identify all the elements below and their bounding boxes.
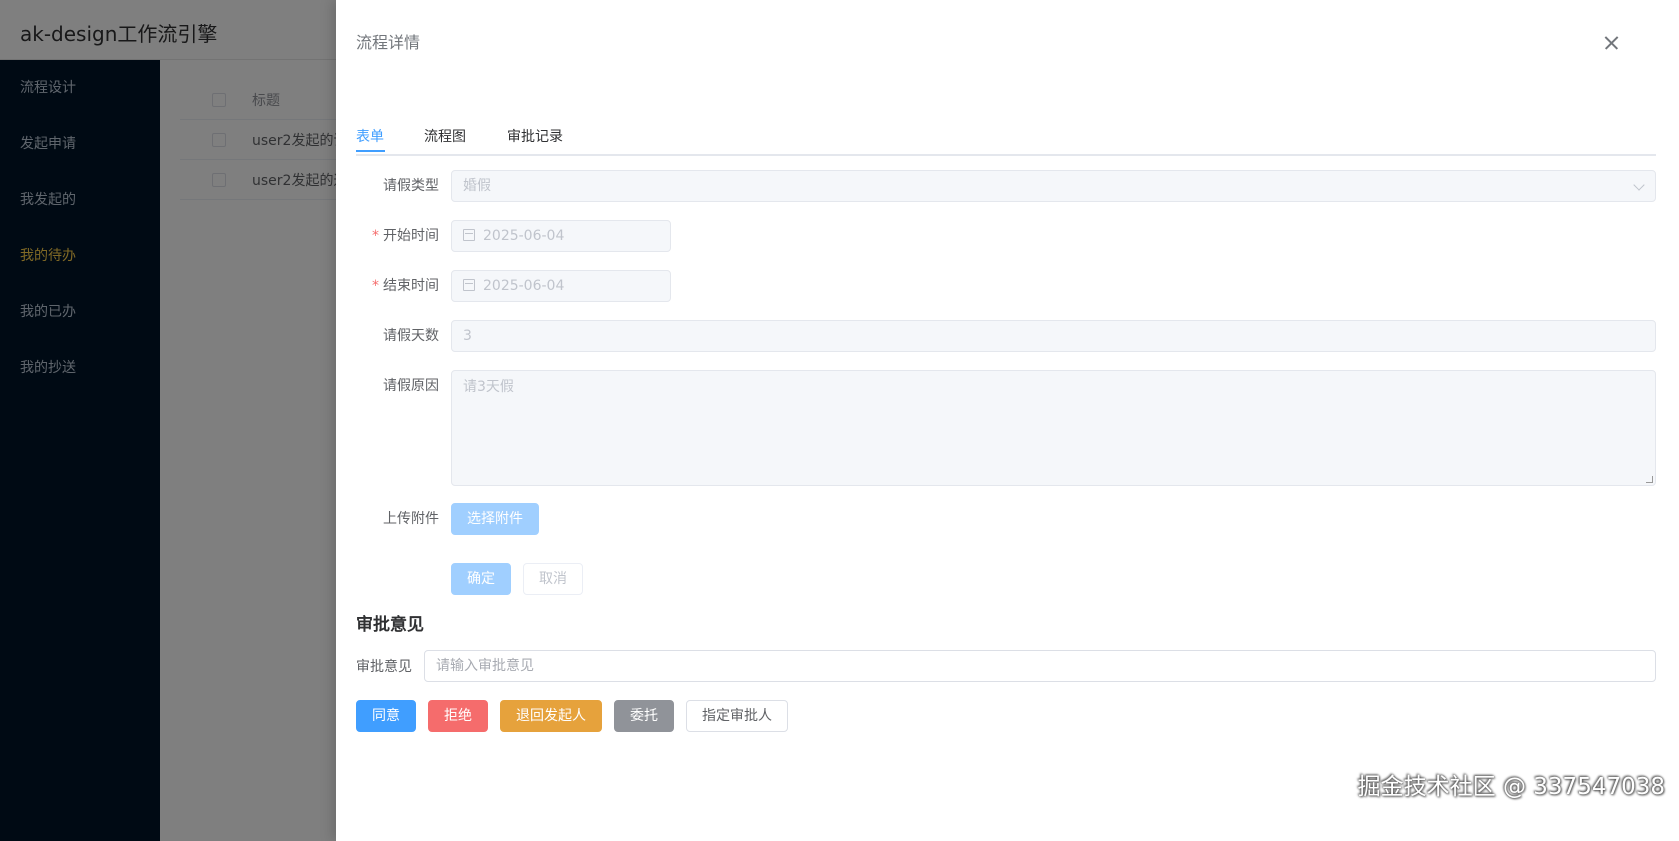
- calendar-icon: [463, 229, 475, 241]
- form-item-attachment: 上传附件 选择附件: [356, 503, 539, 535]
- agree-button[interactable]: 同意: [356, 700, 416, 732]
- leave-type-value: 婚假: [463, 178, 491, 194]
- approval-opinion-label: 审批意见: [356, 659, 412, 675]
- approval-section-title: 审批意见: [356, 615, 424, 635]
- start-time-label-text: 开始时间: [383, 228, 439, 244]
- confirm-button[interactable]: 确定: [451, 563, 511, 595]
- form-item-end-time: * 结束时间 2025-06-04: [356, 270, 671, 302]
- attachment-label: 上传附件: [383, 511, 439, 527]
- process-detail-drawer: 流程详情 表单 流程图 审批记录 请假类型 婚假 * 开始时间 2025-06-0…: [336, 0, 1679, 841]
- form-item-start-time: * 开始时间 2025-06-04: [356, 220, 671, 252]
- approval-opinion-input[interactable]: [424, 650, 1656, 682]
- required-asterisk: *: [372, 278, 379, 294]
- form-actions-spacer: [356, 563, 451, 595]
- start-time-value: 2025-06-04: [483, 228, 565, 244]
- close-icon[interactable]: [1599, 30, 1625, 56]
- tab-bar: 表单 流程图 审批记录: [356, 120, 1656, 156]
- end-time-value: 2025-06-04: [483, 278, 565, 294]
- form-item-leave-days: 请假天数 3: [356, 320, 1656, 352]
- approval-opinion-row: 审批意见: [356, 650, 1656, 682]
- approval-actions: 同意 拒绝 退回发起人 委托 指定审批人: [356, 700, 788, 732]
- leave-reason-textarea[interactable]: 请3天假: [451, 370, 1656, 486]
- leave-days-value: 3: [463, 328, 472, 344]
- leave-reason-value: 请3天假: [463, 379, 514, 395]
- form-actions: 确定 取消: [356, 563, 583, 595]
- drawer-title: 流程详情: [356, 33, 421, 52]
- return-to-initiator-button[interactable]: 退回发起人: [500, 700, 602, 732]
- watermark: 掘金技术社区 @ 337547038: [1357, 774, 1665, 800]
- form-item-leave-type: 请假类型 婚假: [356, 170, 1656, 202]
- tab-active-indicator: [356, 150, 385, 152]
- end-time-date-picker[interactable]: 2025-06-04: [451, 270, 671, 302]
- start-time-label: * 开始时间: [356, 220, 451, 252]
- end-time-label: * 结束时间: [356, 270, 451, 302]
- calendar-icon: [463, 279, 475, 291]
- required-asterisk: *: [372, 228, 379, 244]
- tab-flowchart[interactable]: 流程图: [424, 126, 466, 146]
- chevron-down-icon: [1633, 179, 1645, 191]
- leave-reason-label: 请假原因: [383, 378, 439, 394]
- tab-form[interactable]: 表单: [356, 126, 385, 152]
- leave-type-select[interactable]: 婚假: [451, 170, 1656, 202]
- delegate-button[interactable]: 委托: [614, 700, 674, 732]
- leave-days-input[interactable]: 3: [451, 320, 1656, 352]
- tab-approval-records[interactable]: 审批记录: [507, 126, 563, 146]
- choose-attachment-button[interactable]: 选择附件: [451, 503, 539, 535]
- start-time-date-picker[interactable]: 2025-06-04: [451, 220, 671, 252]
- form-item-leave-reason: 请假原因 请3天假: [356, 370, 1656, 486]
- resize-handle-icon[interactable]: [1646, 476, 1653, 483]
- drawer-header: 流程详情: [356, 32, 1659, 56]
- leave-days-label: 请假天数: [383, 328, 439, 344]
- end-time-label-text: 结束时间: [383, 278, 439, 294]
- cancel-button[interactable]: 取消: [523, 563, 583, 595]
- leave-type-label: 请假类型: [383, 178, 439, 194]
- reject-button[interactable]: 拒绝: [428, 700, 488, 732]
- tab-form-label: 表单: [356, 129, 384, 145]
- assign-approver-button[interactable]: 指定审批人: [686, 700, 788, 732]
